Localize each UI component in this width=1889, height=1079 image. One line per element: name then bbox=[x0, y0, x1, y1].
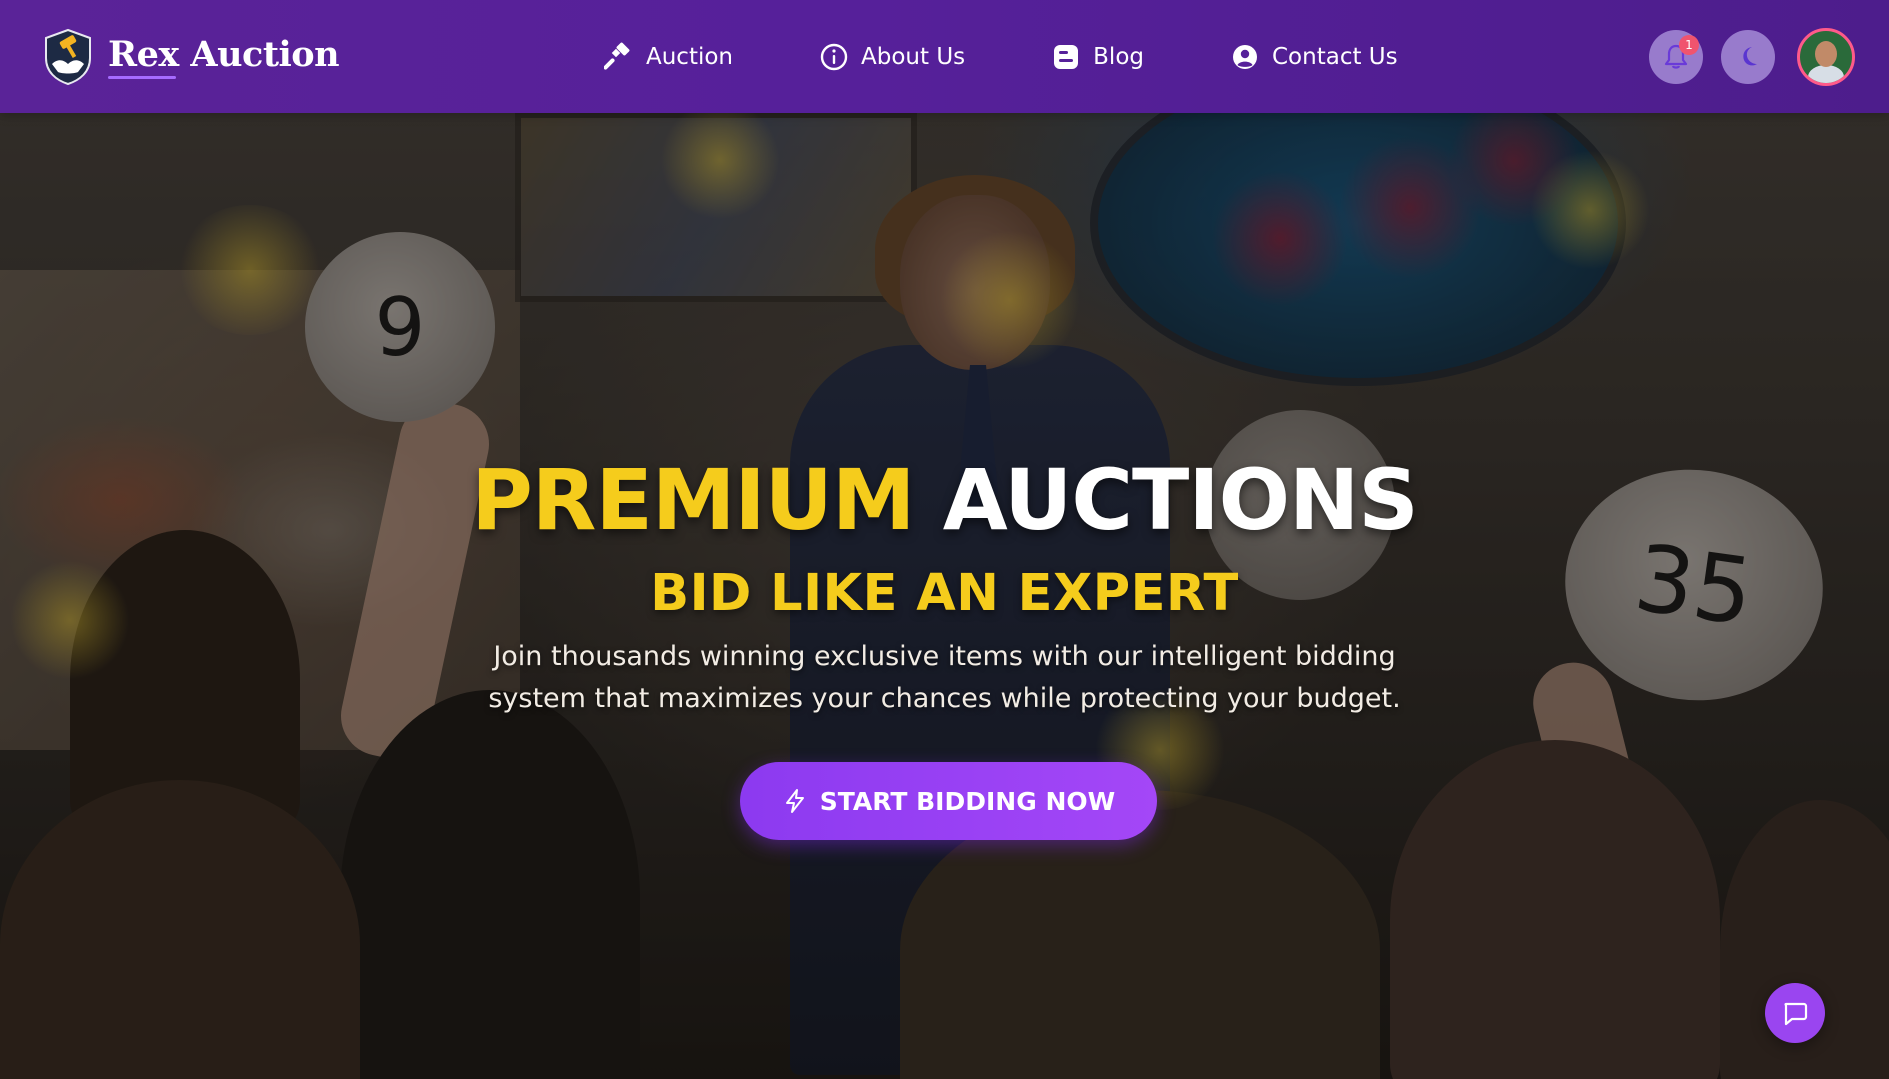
nav-item-about-us[interactable]: About Us bbox=[819, 42, 965, 72]
nav-item-label: Contact Us bbox=[1272, 43, 1398, 70]
brand-name: Rex Auction bbox=[108, 34, 340, 75]
moon-icon bbox=[1743, 47, 1757, 66]
chat-bubble-icon bbox=[1784, 1002, 1808, 1026]
info-circle-icon bbox=[820, 43, 848, 70]
hero-title-rest: AUCTIONS bbox=[942, 451, 1419, 549]
start-bidding-button[interactable]: START BIDDING NOW bbox=[740, 762, 1157, 840]
notification-count-badge: 1 bbox=[1679, 35, 1699, 55]
hero-section: PREMIUM AUCTIONS BID LIKE AN EXPERT Join… bbox=[0, 448, 1889, 720]
nav-item-label: Blog bbox=[1093, 43, 1144, 70]
main-nav: Auction About Us Blog Contact Us bbox=[604, 0, 1398, 113]
chat-button[interactable] bbox=[1765, 983, 1825, 1043]
start-bidding-label: START BIDDING NOW bbox=[819, 786, 1116, 816]
brand-underline bbox=[108, 76, 176, 79]
nav-item-contact-us[interactable]: Contact Us bbox=[1230, 42, 1398, 72]
page: 9 35 Rex Auction Auction About Us Blog C… bbox=[0, 0, 1889, 1079]
user-avatar[interactable] bbox=[1797, 28, 1855, 86]
blog-icon bbox=[1054, 44, 1079, 69]
notifications-button[interactable]: 1 bbox=[1649, 30, 1703, 84]
gavel-icon bbox=[604, 42, 630, 70]
header-actions: 1 bbox=[1631, 28, 1855, 86]
nav-item-auction[interactable]: Auction bbox=[604, 42, 733, 72]
gavel-handshake-shield-icon bbox=[45, 28, 91, 86]
top-navbar: Rex Auction Auction About Us Blog Contac… bbox=[0, 0, 1889, 113]
hero-title-highlight: PREMIUM bbox=[471, 451, 915, 549]
hero-description: Join thousands winning exclusive items w… bbox=[488, 641, 1401, 714]
nav-item-label: About Us bbox=[861, 43, 966, 70]
theme-toggle-button[interactable] bbox=[1721, 30, 1775, 84]
hero-title: PREMIUM AUCTIONS bbox=[0, 448, 1889, 552]
user-circle-icon bbox=[1233, 44, 1257, 69]
nav-item-label: Auction bbox=[646, 43, 734, 70]
brand-logo-link[interactable]: Rex Auction bbox=[42, 28, 340, 86]
hero-subtitle: BID LIKE AN EXPERT bbox=[650, 564, 1239, 623]
lightning-bolt-icon bbox=[785, 789, 804, 813]
nav-item-blog[interactable]: Blog bbox=[1051, 42, 1144, 72]
